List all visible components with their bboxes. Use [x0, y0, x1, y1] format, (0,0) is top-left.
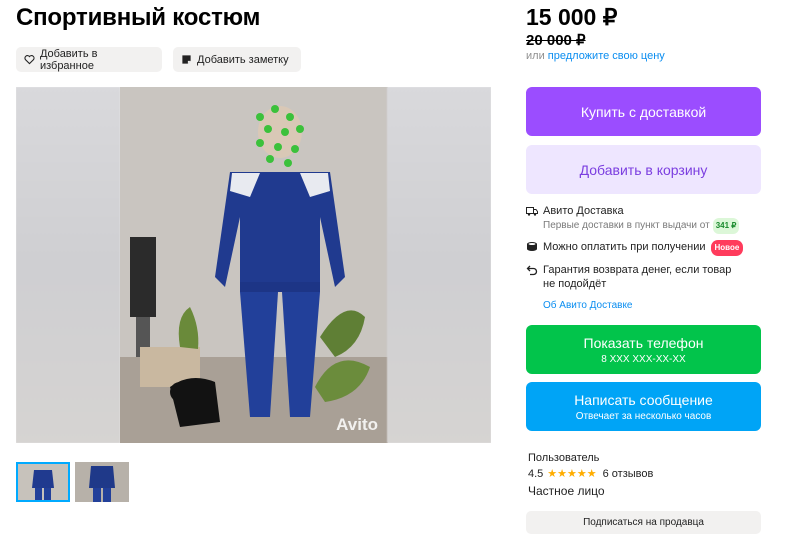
- photo-gallery[interactable]: Avito: [16, 87, 491, 443]
- price-offer: или предложите свою цену: [526, 50, 665, 62]
- write-message-label: Написать сообщение: [574, 391, 713, 408]
- tracksuit-photo-illustration: [120, 87, 388, 443]
- coins-icon: [527, 242, 537, 251]
- gallery-blur-left: [16, 87, 120, 443]
- show-phone-label: Показать телефон: [583, 334, 704, 351]
- seller-type: Частное лицо: [528, 484, 605, 498]
- old-price: 20 000 ₽: [526, 32, 586, 49]
- heart-icon: [24, 55, 35, 65]
- buy-with-delivery-label: Купить с доставкой: [580, 103, 707, 120]
- thumbnail-2[interactable]: [75, 462, 129, 502]
- reviews-link[interactable]: 6 отзывов: [603, 468, 654, 480]
- gallery-blur-right: [387, 87, 491, 443]
- write-message-button[interactable]: Написать сообщение Отвечает за несколько…: [526, 382, 761, 431]
- refund-line-2: не подойдёт: [543, 278, 607, 290]
- first-delivery-text: Первые доставки в пункт выдачи от 341 ₽: [543, 218, 740, 234]
- price: 15 000 ₽: [526, 4, 618, 30]
- add-note-button[interactable]: Добавить заметку: [173, 47, 301, 72]
- thumbnail-1-image: [18, 464, 68, 500]
- new-badge: Новое: [710, 240, 744, 256]
- rating-value: 4.5: [528, 467, 544, 480]
- add-to-cart-label: Добавить в корзину: [579, 161, 708, 178]
- listing-title: Спортивный костюм: [16, 4, 261, 31]
- show-phone-button[interactable]: Показать телефон 8 XXX XXX-XX-XX: [526, 325, 761, 374]
- delivery-info: Авито Доставка Первые доставки в пункт в…: [526, 204, 740, 234]
- seller-rating: 4.5 ★★★★★ 6 отзывов: [528, 467, 654, 481]
- masked-phone: 8 XXX XXX-XX-XX: [601, 353, 686, 365]
- return-arrow-icon: [526, 265, 538, 276]
- delivery-price-badge: 341 ₽: [712, 218, 740, 234]
- main-photo[interactable]: Avito: [120, 87, 388, 443]
- about-avito-delivery-link[interactable]: Об Авито Доставке: [543, 300, 633, 311]
- pay-on-receipt-label: Можно оплатить при получении: [543, 241, 706, 253]
- add-note-label: Добавить заметку: [197, 53, 289, 66]
- rating-stars: ★★★★★: [547, 468, 597, 480]
- subscribe-seller-button[interactable]: Подписаться на продавца: [526, 511, 761, 534]
- delivery-title: Авито Доставка: [543, 205, 624, 217]
- pay-on-receipt-info: Можно оплатить при получении Новое: [526, 240, 744, 256]
- seller-name[interactable]: Пользователь: [528, 452, 599, 464]
- offer-prefix: или: [526, 50, 545, 62]
- buy-with-delivery-button[interactable]: Купить с доставкой: [526, 87, 761, 136]
- thumbnail-1[interactable]: [16, 462, 70, 502]
- thumbnail-2-image: [75, 462, 129, 502]
- refund-guarantee-info: Гарантия возврата денег, если товар не п…: [526, 263, 731, 291]
- refund-line-1: Гарантия возврата денег, если товар: [543, 264, 732, 276]
- avito-watermark: Avito: [336, 415, 378, 434]
- propose-price-link[interactable]: предложите свою цену: [548, 50, 665, 62]
- add-to-favorites-label: Добавить в избранное: [39, 47, 98, 72]
- truck-icon: [526, 207, 538, 216]
- subscribe-seller-label: Подписаться на продавца: [583, 517, 704, 528]
- add-to-favorites-button[interactable]: Добавить в избранное: [16, 47, 162, 72]
- first-delivery-label: Первые доставки в пункт выдачи от: [543, 220, 710, 231]
- reply-time: Отвечает за несколько часов: [575, 410, 712, 422]
- note-icon: [182, 55, 191, 64]
- add-to-cart-button[interactable]: Добавить в корзину: [526, 145, 761, 194]
